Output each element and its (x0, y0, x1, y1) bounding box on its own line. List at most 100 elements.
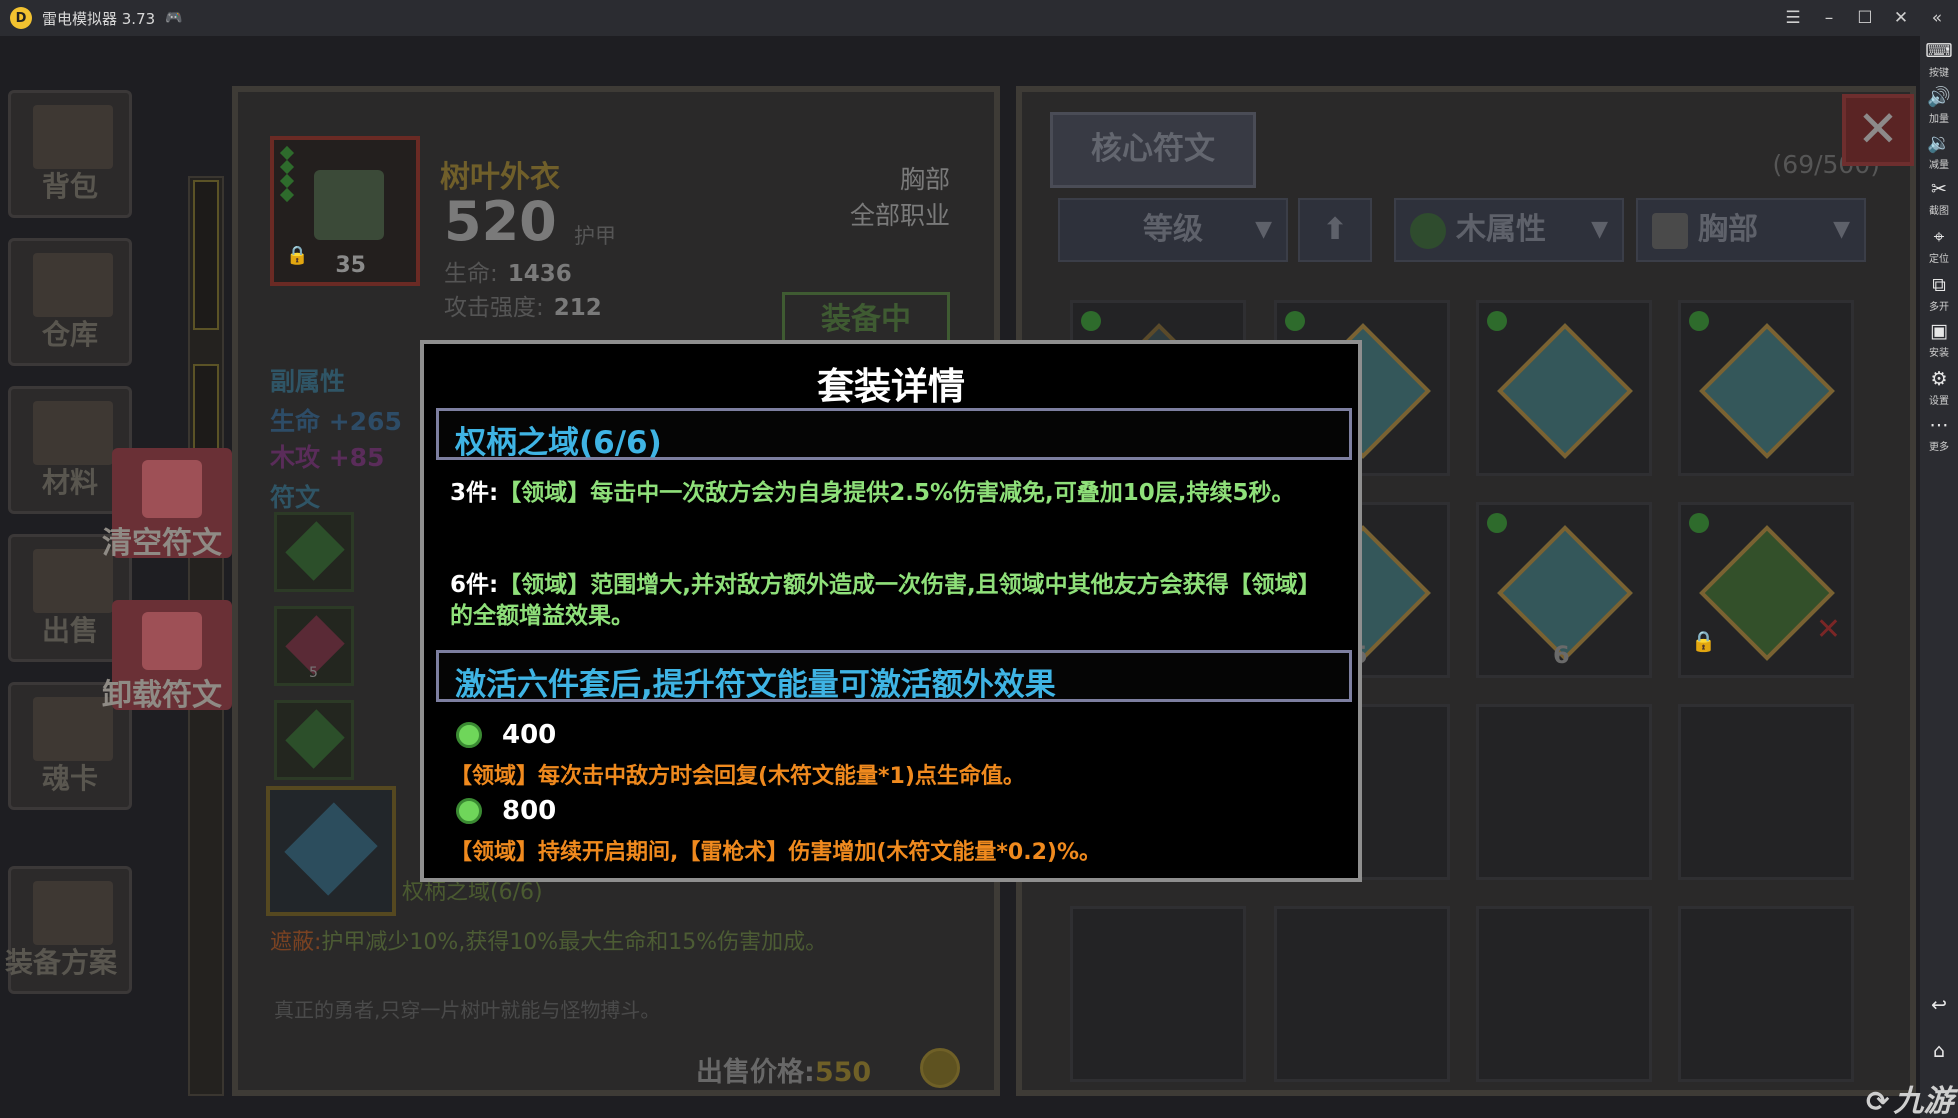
equipment-life-stat: 生命: 1436 (444, 254, 572, 288)
green-rune-icon (285, 709, 345, 769)
app-logo-icon: D (10, 7, 32, 29)
watermark-logo-icon: ⟳ (1866, 1085, 1890, 1118)
broom-icon (142, 460, 202, 518)
toolbar-keyboard-button[interactable]: ⌨ 按键 (1920, 40, 1958, 79)
equip-plan-icon (33, 881, 113, 945)
toolbar-label: 设置 (1929, 396, 1949, 407)
toolbar-label: 按键 (1929, 68, 1949, 79)
sub-attribute-life: 生命 +265 (270, 407, 402, 436)
attribute-filter-dropdown[interactable]: 木属性 ▼ (1394, 198, 1624, 262)
wood-leaf-icon (1487, 513, 1507, 533)
shield-text: 护甲减少10%,获得10%最大生命和15%伤害加成。 (321, 930, 828, 955)
set-header-text: 权柄之域(6/6) (455, 425, 662, 461)
nav-equip-plan-button[interactable]: 装备方案 (5, 866, 132, 994)
set-effect-6-piece: 6件:【领域】范围增大,并对敌方额外造成一次伤害,且领域中其他友方会获得【领域】… (450, 570, 1340, 632)
price-label: 出售价格: (696, 1057, 815, 1088)
rune-grid-cell[interactable]: 🔒 ✕ (1678, 502, 1854, 678)
volume-up-icon: 🔊 (1927, 86, 1951, 108)
rune-gems-indicator (279, 145, 295, 208)
watermark: ⟳ 九游 (1866, 1076, 1953, 1118)
piece-3-label: 3件: (450, 480, 499, 506)
nav-warehouse-label: 仓库 (41, 318, 98, 351)
energy-tier-2-value: 800 (502, 796, 557, 826)
toolbar-multi-instance-button[interactable]: ⧉ 多开 (1920, 274, 1958, 313)
unload-rune-label: 卸载符文 (102, 678, 222, 713)
nav-warehouse-button[interactable]: 仓库 (8, 238, 132, 366)
flavor-text: 真正的勇者,只穿一片树叶就能与怪物搏斗。 (274, 998, 661, 1022)
equipment-icon-slot: 🔒 35 (270, 136, 420, 286)
toolbar-label: 定位 (1929, 254, 1949, 265)
core-rune-icon (1497, 323, 1633, 459)
shield-label: 遮蔽: (270, 930, 322, 955)
wood-leaf-icon (1689, 513, 1709, 533)
toolbar-label: 安装 (1929, 348, 1949, 359)
slot-filter-dropdown[interactable]: 胸部 ▼ (1636, 198, 1866, 262)
toolbar-location-button[interactable]: ⌖ 定位 (1920, 226, 1958, 265)
equipment-atk-stat: 攻击强度: 212 (444, 288, 602, 322)
toolbar-volume-down-button[interactable]: 🔉 减量 (1920, 132, 1958, 171)
close-window-icon[interactable]: ✕ (1892, 8, 1910, 28)
wood-energy-icon (456, 722, 482, 748)
rune-grid-cell[interactable] (1678, 300, 1854, 476)
menu-icon[interactable]: ☰ (1784, 8, 1802, 28)
toolbar-label: 减量 (1929, 160, 1949, 171)
equipment-slot[interactable] (193, 180, 219, 330)
coin-icon (920, 1048, 960, 1088)
toolbar-more-button[interactable]: ⋯ 更多 (1920, 414, 1958, 453)
toolbar-apk-install-button[interactable]: ▣ 安装 (1920, 320, 1958, 359)
gamepad-icon[interactable]: 🎮 (165, 10, 182, 26)
rune-grid-cell[interactable]: 6 (1476, 502, 1652, 678)
runes-title: 符文 (270, 483, 321, 512)
sell-price: 出售价格:550 (696, 1050, 871, 1089)
rune-grid-cell[interactable] (1678, 906, 1854, 1082)
leaf-coat-icon (314, 170, 384, 240)
life-label: 生命: (444, 261, 498, 287)
unload-rune-button[interactable]: 卸载符文 (102, 600, 232, 713)
more-icon: ⋯ (1929, 414, 1949, 436)
rune-grid-cell[interactable] (1476, 300, 1652, 476)
core-rune-icon (284, 802, 378, 896)
wood-leaf-icon (1081, 311, 1101, 331)
close-panel-button[interactable]: ✕ (1842, 94, 1914, 166)
sub-attributes-title: 副属性 (270, 367, 346, 396)
piece-3-text: 【领域】每击中一次敌方会为自身提供2.5%伤害减免,可叠加10层,持续5秒。 (498, 480, 1295, 506)
toolbar-volume-up-button[interactable]: 🔊 加量 (1920, 86, 1958, 125)
warehouse-icon (33, 253, 113, 317)
tab-core-runes[interactable]: 核心符文 (1050, 112, 1256, 188)
soul-card-icon (33, 697, 113, 761)
energy-tier-1-text: 【领域】每次击中敌方时会回复(木符文能量*1)点生命值。 (450, 764, 1025, 789)
collapse-sidebar-icon[interactable]: « (1928, 8, 1946, 28)
rune-grid-cell[interactable] (1476, 704, 1652, 880)
shield-effect-line: 遮蔽:护甲减少10%,获得10%最大生命和15%伤害加成。 (270, 924, 827, 956)
materials-icon (33, 401, 113, 465)
rune-grid-cell[interactable] (1678, 704, 1854, 880)
window-titlebar: D 雷电模拟器 3.73 🎮 ☰ – ☐ ✕ « (0, 0, 1958, 36)
rune-count: 5 (309, 665, 318, 681)
home-icon[interactable]: ⌂ (1920, 1040, 1958, 1062)
green-rune-icon (285, 521, 345, 581)
minimize-icon[interactable]: – (1820, 8, 1838, 28)
toolbar-scissors-button[interactable]: ✂ 截图 (1920, 178, 1958, 217)
set-effect-3-piece: 3件:【领域】每击中一次敌方会为自身提供2.5%伤害减免,可叠加10层,持续5秒… (450, 478, 1340, 509)
rune-grid-cell[interactable] (1070, 906, 1246, 1082)
rune-grid-cell[interactable] (1476, 906, 1652, 1082)
nav-backpack-button[interactable]: 背包 (8, 90, 132, 218)
wood-energy-icon (456, 798, 482, 824)
sort-direction-button[interactable]: ⬆ (1298, 198, 1372, 262)
clear-rune-button[interactable]: 清空符文 (102, 448, 232, 561)
core-rune-slot[interactable] (266, 786, 396, 916)
chevron-down-icon: ▼ (1591, 217, 1608, 242)
sort-level-dropdown[interactable]: 等级 ▼ (1058, 198, 1288, 262)
toolbar-gear-button[interactable]: ⚙ 设置 (1920, 368, 1958, 407)
atk-label: 攻击强度: (444, 295, 544, 321)
window-controls: ☰ – ☐ ✕ « (1784, 0, 1946, 36)
rune-grid-cell[interactable] (1274, 906, 1450, 1082)
set-details-popup: 套装详情 权柄之域(6/6) 3件:【领域】每击中一次敌方会为自身提供2.5%伤… (420, 340, 1362, 882)
core-rune-icon (1699, 323, 1835, 459)
maximize-icon[interactable]: ☐ (1856, 8, 1874, 28)
sell-icon (33, 549, 113, 613)
wood-leaf-icon (1487, 311, 1507, 331)
equipment-class: 全部职业 (849, 201, 950, 230)
wood-leaf-icon (1285, 311, 1305, 331)
back-icon[interactable]: ↩ (1920, 994, 1958, 1016)
